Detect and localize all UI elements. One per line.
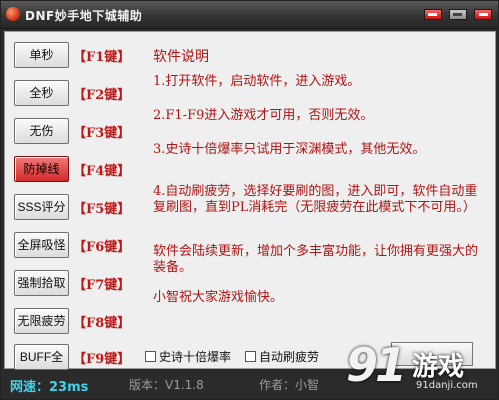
info-line-1: 1.打开软件，启动软件，进入游戏。: [153, 74, 361, 89]
logo-text: 游戏: [412, 352, 465, 382]
window-title: DNF妙手地下城辅助: [25, 9, 143, 23]
version-label: 版本：V1.1.8: [129, 378, 204, 392]
network-speed: 网速：23ms: [10, 380, 89, 395]
main-panel: 单秒 【F1键】 全秒 【F2键】 无伤 【F3键】 防掉线 【F4键】 SSS…: [4, 31, 496, 388]
info-line-6: 小智祝大家游戏愉快。: [153, 290, 284, 305]
epic-drop-checkbox[interactable]: 史诗十倍爆率: [145, 348, 231, 365]
window-controls: [422, 9, 492, 28]
hotkey-f3: 【F3键】: [73, 126, 131, 141]
info-line-4: 4.自动刷疲劳，选择好要刷的图，进入即可，软件自动重复刷图，直到PL消耗完（无限…: [153, 184, 478, 215]
force-pickup-button[interactable]: 强制拾取: [14, 270, 69, 296]
info-title: 软件说明: [153, 49, 209, 65]
app-icon: [6, 7, 20, 21]
hotkey-f6: 【F6键】: [73, 240, 131, 255]
no-damage-button[interactable]: 无伤: [14, 118, 69, 144]
checkbox-box[interactable]: [245, 351, 256, 362]
minimize-icon[interactable]: [423, 9, 442, 20]
hotkey-f1: 【F1键】: [73, 50, 131, 65]
info-line-3: 3.史诗十倍爆率只试用于深渊模式，其他无效。: [153, 142, 426, 157]
checkbox-label: 史诗十倍爆率: [159, 350, 232, 364]
auto-fatigue-checkbox[interactable]: 自动刷疲劳: [245, 348, 319, 365]
hotkey-f5: 【F5键】: [73, 202, 131, 217]
single-kill-button[interactable]: 单秒: [14, 42, 69, 68]
anti-disconnect-button[interactable]: 防掉线: [14, 156, 69, 182]
infinite-fatigue-button[interactable]: 无限疲劳: [14, 308, 69, 334]
hotkey-f8: 【F8键】: [73, 316, 131, 331]
hotkey-f7: 【F7键】: [73, 278, 131, 293]
watermark-logo: 91 游戏 91danji.com: [346, 338, 496, 398]
all-kill-button[interactable]: 全秒: [14, 80, 69, 106]
sss-rating-button[interactable]: SSS评分: [14, 194, 69, 220]
close-icon[interactable]: [474, 9, 492, 20]
hotkey-f2: 【F2键】: [73, 88, 131, 103]
buff-all-button[interactable]: BUFF全开: [14, 344, 69, 388]
author-label: 作者：小智: [259, 378, 320, 392]
logo-number: 91: [346, 338, 407, 392]
checkbox-label: 自动刷疲劳: [259, 350, 320, 364]
logo-site: 91danji.com: [416, 380, 478, 391]
checkbox-box[interactable]: [145, 351, 156, 362]
fullscreen-pull-button[interactable]: 全屏吸怪: [14, 232, 69, 258]
info-line-2: 2.F1-F9进入游戏才可用，否则无效。: [153, 108, 374, 123]
hotkey-f9: 【F9键】: [73, 352, 131, 367]
restore-icon[interactable]: [448, 9, 467, 20]
hotkey-f4: 【F4键】: [73, 164, 131, 179]
info-line-5: 软件会陆续更新，增加个多丰富功能，让你拥有更强大的装备。: [153, 244, 479, 275]
title-bar[interactable]: DNF妙手地下城辅助: [1, 1, 498, 29]
